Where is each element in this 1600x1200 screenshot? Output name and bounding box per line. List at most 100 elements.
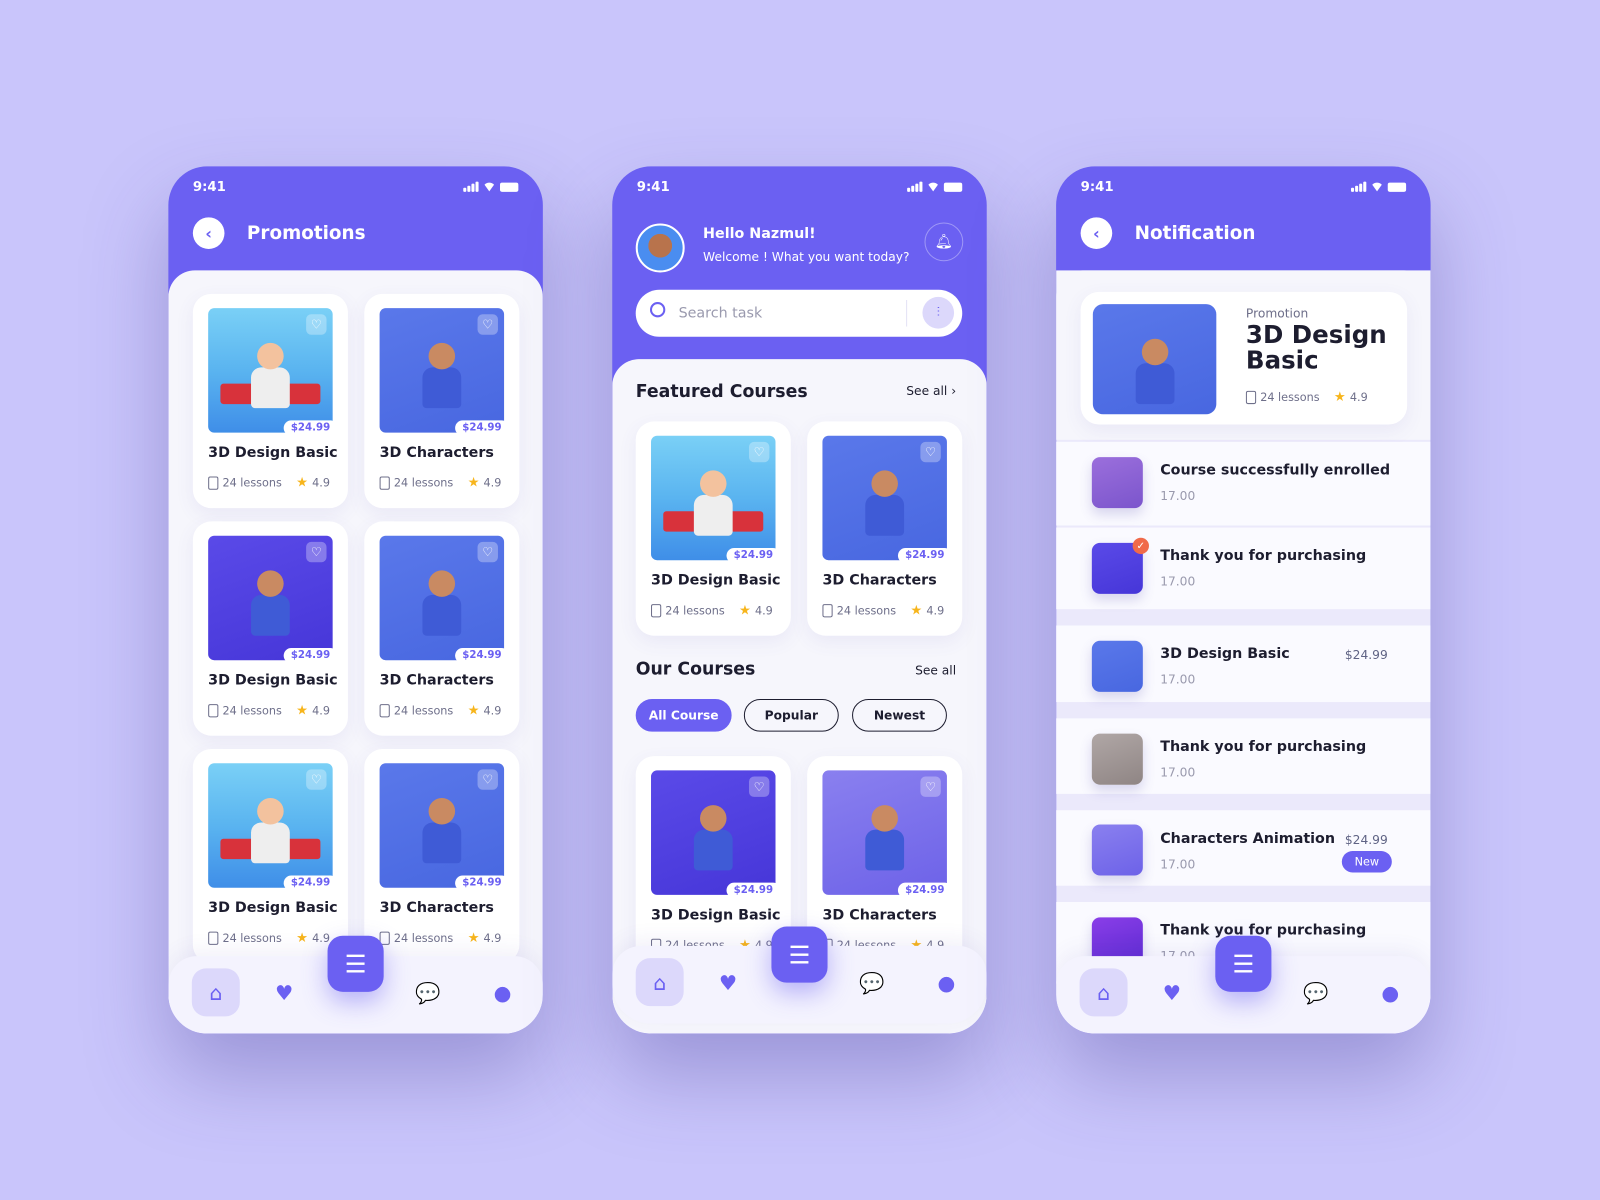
heart-icon[interactable]: ♡: [477, 769, 498, 790]
notification-item[interactable]: Characters Animation 17.00 $24.99 New: [1056, 810, 1431, 886]
see-all-label: See all: [906, 383, 948, 398]
status-bar: 9:41: [193, 177, 519, 197]
course-card[interactable]: ♡ $24.99 3D Characters 24 lessons★4.9: [807, 756, 963, 971]
heart-icon[interactable]: ♡: [306, 541, 327, 563]
notification-time: 17.00: [1160, 857, 1196, 872]
heart-icon[interactable]: ♥: [704, 958, 752, 1006]
notification-item[interactable]: 3D Design Basic 17.00 $24.99: [1056, 625, 1431, 703]
course-card[interactable]: ♡ $24.99 3D Design Basic 24 lessons★4.9: [192, 521, 348, 736]
course-card[interactable]: ♡ $24.99 3D Characters 24 lessons★4.9: [364, 293, 520, 509]
course-card[interactable]: ♡ $24.99 3D Design Basic 24 lessons★4.9: [192, 293, 348, 509]
course-title: 3D Design Basic: [208, 672, 338, 689]
chat-icon[interactable]: 💬: [404, 968, 452, 1016]
list-icon[interactable]: ☰: [771, 926, 828, 983]
user-icon[interactable]: ●: [922, 958, 970, 1006]
list-icon[interactable]: ☰: [1215, 935, 1272, 992]
price-badge: $24.99: [283, 647, 338, 664]
price-badge: $24.99: [455, 875, 509, 891]
heart-icon[interactable]: ♡: [477, 314, 498, 335]
status-bar: 9:41: [637, 177, 963, 197]
page-title: Notification: [1134, 222, 1256, 244]
lessons-count: 24 lessons: [836, 604, 897, 618]
rating: 4.9: [754, 604, 773, 618]
featured-see-all-link[interactable]: See all ›: [906, 384, 956, 398]
heart-icon[interactable]: ♥: [260, 968, 308, 1016]
star-icon: ★: [738, 603, 751, 619]
home-icon[interactable]: ⌂: [191, 968, 240, 1017]
course-card[interactable]: ♡ $24.99 3D Design Basic 24 lessons★4.9: [635, 756, 791, 971]
notification-bell-button[interactable]: 🔔︎: [924, 222, 964, 262]
promotion-card[interactable]: Promotion 3D Design Basic 24 lessons ★ 4.9: [1080, 291, 1408, 425]
lessons-count: 24 lessons: [222, 704, 282, 718]
back-button[interactable]: ‹: [192, 217, 225, 249]
course-image: ♡: [651, 770, 776, 895]
course-card[interactable]: ♡ $24.99 3D Characters 24 lessons★4.9: [364, 521, 520, 736]
heart-icon[interactable]: ♥: [1148, 968, 1196, 1016]
notification-time: 17.00: [1160, 765, 1196, 780]
notification-price: $24.99: [1344, 647, 1388, 663]
filter-chip[interactable]: Newest: [852, 698, 947, 732]
star-icon: ★: [467, 930, 480, 946]
lessons-count: 24 lessons: [222, 931, 282, 945]
course-title: 3D Design Basic: [208, 899, 338, 917]
price-badge: $24.99: [897, 547, 952, 564]
home-icon[interactable]: ⌂: [635, 958, 684, 1007]
heart-icon[interactable]: ♡: [306, 769, 327, 790]
heart-icon[interactable]: ♡: [920, 776, 941, 797]
notification-thumbnail: [1091, 457, 1143, 509]
rating: 4.9: [483, 476, 502, 490]
back-button[interactable]: ‹: [1080, 217, 1113, 249]
heart-icon[interactable]: ♡: [477, 541, 498, 563]
heart-icon[interactable]: ♡: [920, 441, 941, 463]
promotion-image: [1092, 304, 1217, 415]
search-input[interactable]: [678, 302, 893, 325]
home-icon[interactable]: ⌂: [1079, 968, 1128, 1017]
course-title: 3D Characters: [822, 572, 937, 589]
rating: 4.9: [312, 931, 330, 945]
filter-chip[interactable]: Popular: [743, 698, 839, 732]
notification-thumbnail: [1091, 733, 1143, 785]
price-badge: $24.99: [455, 420, 509, 436]
course-image: ♡: [822, 435, 947, 561]
status-bar: 9:41: [1081, 177, 1407, 197]
notification-title: Thank you for purchasing: [1160, 738, 1367, 756]
price-badge: $24.99: [726, 882, 781, 898]
course-image: ♡: [651, 435, 776, 561]
course-card[interactable]: ♡ $24.99 3D Characters 24 lessons★4.9: [807, 421, 963, 636]
notification-item[interactable]: Course successfully enrolled 17.00: [1056, 441, 1431, 526]
user-icon[interactable]: ●: [1366, 968, 1414, 1016]
promotion-label: Promotion: [1245, 306, 1309, 321]
notification-title: Characters Animation: [1160, 830, 1336, 847]
course-card[interactable]: ♡ $24.99 3D Design Basic 24 lessons★4.9: [192, 748, 348, 964]
rating: 4.9: [926, 604, 945, 618]
signal-icon: [907, 181, 923, 192]
list-icon[interactable]: ☰: [327, 935, 384, 992]
document-icon: [208, 476, 219, 490]
price-badge: $24.99: [897, 882, 952, 898]
user-icon[interactable]: ●: [479, 968, 527, 1016]
filter-icon[interactable]: ⫶: [922, 296, 955, 329]
heart-icon[interactable]: ♡: [306, 314, 327, 335]
notification-item[interactable]: ✓ Thank you for purchasing 17.00: [1056, 527, 1431, 610]
battery-icon: [499, 182, 519, 192]
chat-icon[interactable]: 💬: [1292, 968, 1340, 1016]
filter-chip[interactable]: All Course: [635, 698, 732, 732]
rating: 4.9: [312, 704, 330, 718]
our-see-all-link[interactable]: See all: [915, 663, 956, 677]
check-badge-icon: ✓: [1132, 537, 1149, 555]
course-card[interactable]: ♡ $24.99 3D Characters 24 lessons★4.9: [364, 748, 520, 964]
search-bar[interactable]: Search task ⫶: [635, 289, 963, 337]
course-card[interactable]: ♡ $24.99 3D Design Basic 24 lessons★4.9: [635, 421, 791, 636]
course-image: ♡: [208, 763, 333, 888]
star-icon: ★: [467, 475, 480, 491]
notification-item[interactable]: Thank you for purchasing 17.00: [1056, 718, 1431, 794]
course-image: ♡: [379, 763, 505, 888]
notification-title: Thank you for purchasing: [1160, 922, 1367, 939]
chat-icon[interactable]: 💬: [848, 958, 896, 1006]
document-icon: [822, 604, 833, 618]
wifi-icon: [926, 182, 940, 192]
course-title: 3D Characters: [822, 907, 937, 924]
heart-icon[interactable]: ♡: [748, 776, 770, 797]
avatar[interactable]: [635, 223, 685, 273]
heart-icon[interactable]: ♡: [748, 441, 770, 463]
